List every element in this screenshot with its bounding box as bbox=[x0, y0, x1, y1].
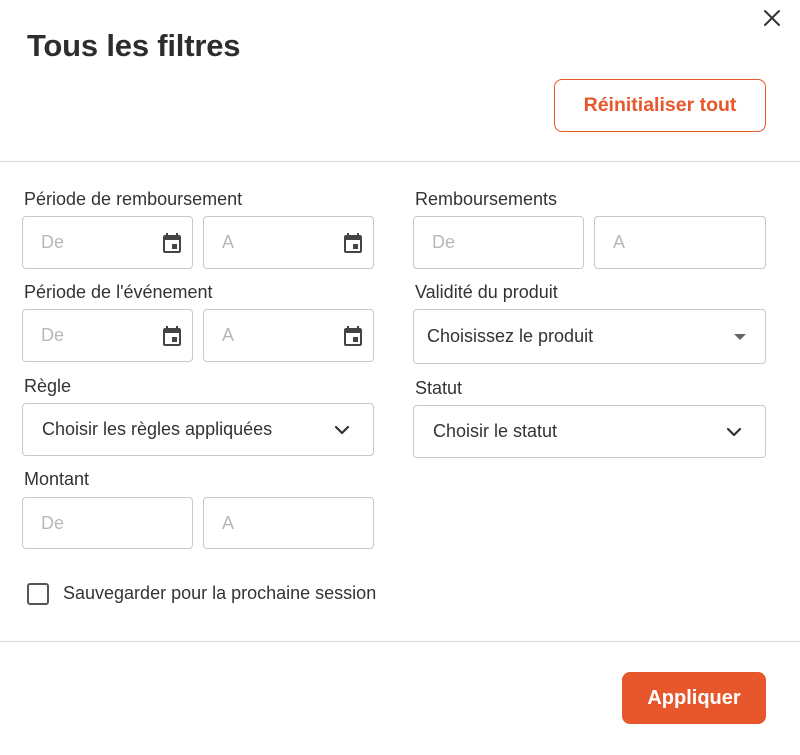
product-validity-select-value: Choisissez le produit bbox=[427, 326, 594, 346]
calendar-icon[interactable] bbox=[160, 231, 184, 255]
refunds-from-placeholder: De bbox=[432, 232, 456, 252]
status-label: Statut bbox=[415, 378, 463, 398]
dialog-title: Tous les filtres bbox=[27, 28, 241, 63]
rule-select-value: Choisir les règles appliquées bbox=[42, 419, 273, 439]
product-validity-label: Validité du produit bbox=[415, 282, 558, 302]
reset-all-button[interactable]: Réinitialiser tout bbox=[554, 79, 766, 132]
save-session-label[interactable]: Sauvegarder pour la prochaine session bbox=[63, 583, 376, 604]
refunds-to-placeholder: A bbox=[613, 232, 626, 252]
calendar-icon[interactable] bbox=[160, 324, 184, 348]
footer-divider bbox=[0, 641, 800, 642]
chevron-down-icon bbox=[726, 427, 742, 436]
refunds-to-field[interactable]: A bbox=[594, 216, 766, 269]
refunds-label: Remboursements bbox=[415, 189, 558, 209]
amount-to-field[interactable]: A bbox=[203, 497, 374, 549]
event-period-to-field[interactable]: A bbox=[203, 309, 374, 362]
refund-period-to-field[interactable]: A bbox=[203, 216, 374, 269]
close-button[interactable] bbox=[758, 6, 786, 30]
event-period-to-placeholder: A bbox=[222, 325, 235, 345]
caret-down-icon bbox=[734, 333, 746, 340]
refund-period-label: Période de remboursement bbox=[24, 189, 243, 209]
event-period-from-placeholder: De bbox=[41, 325, 65, 345]
refund-period-from-placeholder: De bbox=[41, 232, 65, 252]
refunds-from-field[interactable]: De bbox=[413, 216, 584, 269]
rule-label: Règle bbox=[24, 376, 72, 396]
product-validity-select[interactable]: Choisissez le produit bbox=[413, 309, 766, 364]
status-select[interactable]: Choisir le statut bbox=[413, 405, 766, 458]
close-icon bbox=[764, 10, 780, 26]
calendar-icon[interactable] bbox=[341, 231, 365, 255]
event-period-label: Période de l'événement bbox=[24, 282, 213, 302]
calendar-icon[interactable] bbox=[341, 324, 365, 348]
event-period-from-field[interactable]: De bbox=[22, 309, 193, 362]
refund-period-to-placeholder: A bbox=[222, 232, 235, 252]
apply-button[interactable]: Appliquer bbox=[622, 672, 766, 724]
amount-to-placeholder: A bbox=[222, 512, 235, 533]
chevron-down-icon bbox=[334, 425, 350, 434]
amount-from-field[interactable]: De bbox=[22, 497, 193, 549]
amount-from-placeholder: De bbox=[41, 512, 65, 533]
header-divider bbox=[0, 161, 800, 162]
status-select-value: Choisir le statut bbox=[433, 421, 558, 441]
refund-period-from-field[interactable]: De bbox=[22, 216, 193, 269]
rule-select[interactable]: Choisir les règles appliquées bbox=[22, 403, 374, 456]
save-session-checkbox[interactable] bbox=[27, 583, 49, 605]
amount-label: Montant bbox=[24, 469, 90, 489]
